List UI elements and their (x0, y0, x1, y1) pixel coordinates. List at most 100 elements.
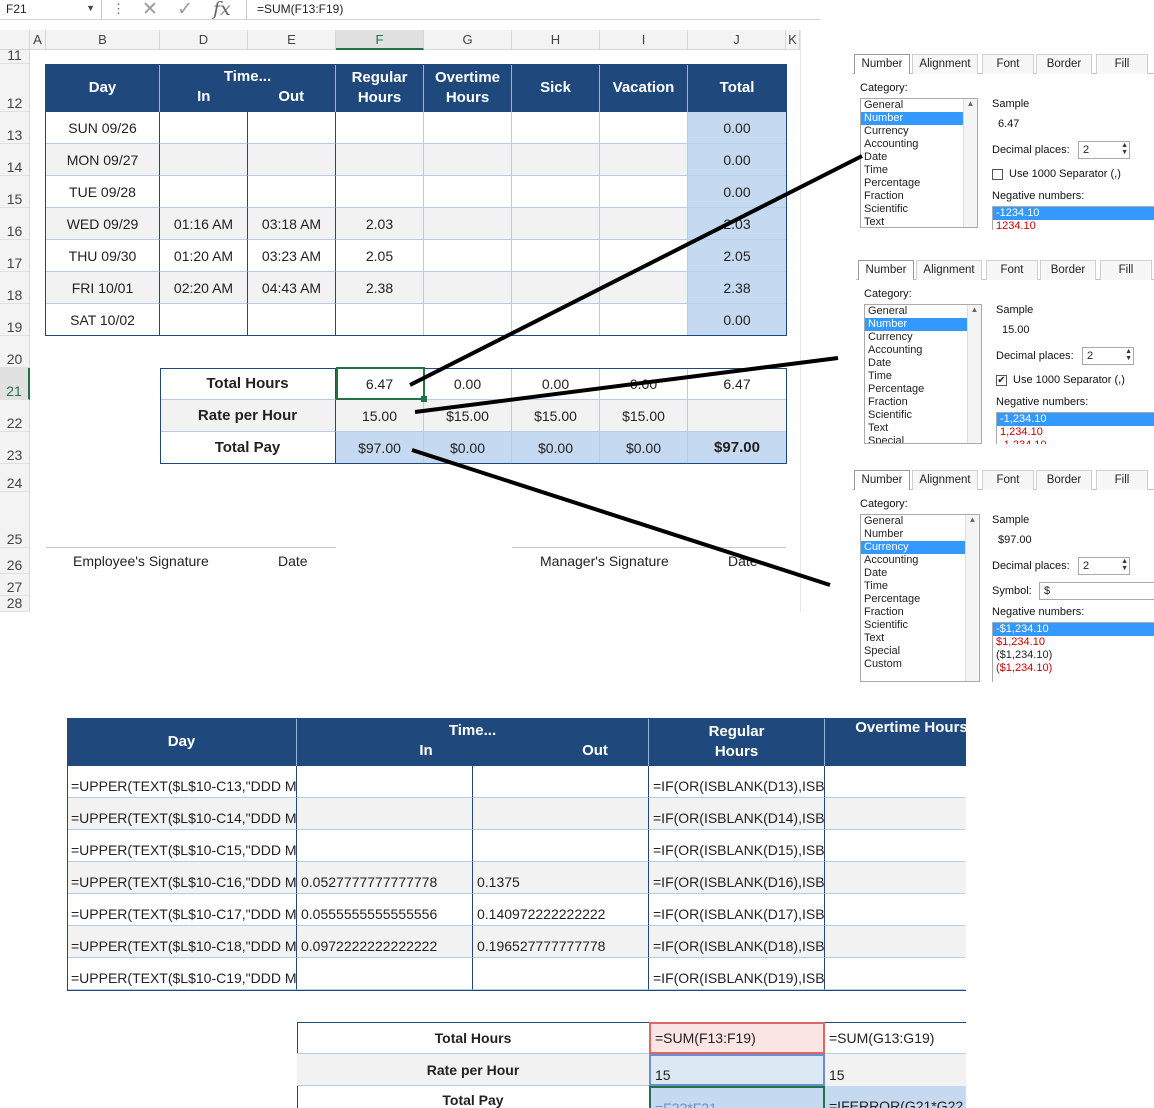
row-header-24[interactable]: 24 (0, 464, 30, 492)
category-item[interactable]: General (861, 515, 979, 528)
row-header-27[interactable]: 27 (0, 574, 30, 596)
header-overtime-hours[interactable]: Overtime Hours (424, 64, 512, 112)
cell-regular[interactable] (336, 176, 424, 208)
cell-sick[interactable] (512, 176, 600, 208)
category-list[interactable]: General Number Currency Accounting Date Time P… (860, 98, 978, 228)
row-header-21[interactable]: 21 (0, 368, 30, 400)
rate-per-hour-value[interactable]: $15.00 (424, 400, 512, 432)
row-header-16[interactable]: 16 (0, 208, 30, 240)
cell-regular[interactable] (336, 144, 424, 176)
fv-cell-day[interactable]: =UPPER(TEXT($L$10-C14,"DDD MM (67, 798, 297, 830)
fv-total-hours-g[interactable]: =SUM(G13:G19) (825, 1022, 966, 1054)
negative-format-item[interactable]: -1,234.10 (997, 439, 1154, 444)
cell-regular[interactable]: 2.03 (336, 208, 424, 240)
fv-cell-regular[interactable]: =IF(OR(ISBLANK(D17),ISBL (649, 894, 825, 926)
category-item[interactable]: Date (865, 357, 981, 370)
row-header-12[interactable]: 12 (0, 64, 30, 112)
fv-rate-g[interactable]: 15 (825, 1054, 966, 1086)
total-hours-value[interactable]: 6.47 (336, 368, 424, 400)
category-item[interactable]: Accounting (865, 344, 981, 357)
rate-per-hour-value[interactable]: 15.00 (336, 400, 424, 432)
tab-number[interactable]: Number (858, 260, 914, 280)
category-item[interactable]: General (865, 305, 981, 318)
fv-cell-day[interactable]: =UPPER(TEXT($L$10-C13,"DDD MM (67, 766, 297, 798)
tab-font[interactable]: Font (982, 54, 1034, 74)
tab-border[interactable]: Border (1040, 260, 1096, 280)
column-header-a[interactable]: A (30, 30, 46, 50)
category-item[interactable]: Number (865, 318, 981, 331)
rate-per-hour-value[interactable]: $15.00 (512, 400, 600, 432)
total-pay-value[interactable]: $0.00 (512, 432, 600, 464)
category-item[interactable]: Scientific (861, 619, 979, 632)
total-hours-value[interactable]: 0.00 (424, 368, 512, 400)
cell-regular[interactable]: 2.05 (336, 240, 424, 272)
fv-cell-day[interactable]: =UPPER(TEXT($L$10-C18,"DDD MM (67, 926, 297, 958)
row-header-14[interactable]: 14 (0, 144, 30, 176)
fv-cell-out[interactable] (473, 830, 649, 862)
scroll-up-icon[interactable]: ▲ (966, 515, 979, 524)
cell-day[interactable]: TUE 09/28 (46, 176, 160, 208)
cell-regular[interactable]: 2.38 (336, 272, 424, 304)
category-item[interactable]: Scientific (865, 409, 981, 422)
cell-sick[interactable] (512, 272, 600, 304)
category-list[interactable]: General Number Currency Accounting Date Time P… (864, 304, 982, 444)
spin-arrows-icon[interactable]: ▲ ▼ (1125, 348, 1132, 362)
row-header-11[interactable]: 11 (0, 47, 30, 64)
fv-cell-day[interactable]: =UPPER(TEXT($L$10-C16,"DDD MM (67, 862, 297, 894)
cell-in[interactable] (160, 304, 248, 336)
tab-alignment[interactable]: Alignment (912, 470, 978, 490)
fv-cell-day[interactable]: =UPPER(TEXT($L$10-C17,"DDD MM (67, 894, 297, 926)
total-pay-value[interactable]: $0.00 (424, 432, 512, 464)
category-item[interactable]: Currency (865, 331, 981, 344)
cell-total[interactable]: 2.03 (688, 208, 786, 240)
decimal-places-input[interactable]: 2 ▲ ▼ (1078, 141, 1130, 159)
category-item[interactable]: Currency (861, 541, 979, 554)
cell-vacation[interactable] (600, 272, 688, 304)
fv-cell-regular[interactable]: =IF(OR(ISBLANK(D19),ISBL (649, 958, 825, 990)
fv-cell-regular[interactable]: =IF(OR(ISBLANK(D15),ISBL (649, 830, 825, 862)
cell-out[interactable] (248, 112, 336, 144)
fv-cell-regular[interactable]: =IF(OR(ISBLANK(D16),ISBL (649, 862, 825, 894)
row-header-17[interactable]: 17 (0, 240, 30, 272)
cell-day[interactable]: SAT 10/02 (46, 304, 160, 336)
category-item[interactable]: Date (861, 567, 979, 580)
category-item[interactable]: Time (861, 164, 977, 177)
fv-cell-out[interactable] (473, 958, 649, 990)
scroll-up-icon[interactable]: ▲ (968, 305, 981, 314)
fv-cell-in[interactable] (297, 798, 473, 830)
category-list[interactable]: General Number Currency Accounting Date Time P… (860, 514, 980, 682)
category-item[interactable]: Number (861, 112, 977, 125)
cell-out[interactable] (248, 144, 336, 176)
fv-cell-regular[interactable]: =IF(OR(ISBLANK(D18),ISBL (649, 926, 825, 958)
cell-total[interactable]: 0.00 (688, 304, 786, 336)
cell-in[interactable]: 01:16 AM (160, 208, 248, 240)
cell-vacation[interactable] (600, 176, 688, 208)
cell-in[interactable] (160, 144, 248, 176)
category-item[interactable]: Number (861, 528, 979, 541)
column-header-j[interactable]: J (688, 30, 786, 50)
cell-vacation[interactable] (600, 208, 688, 240)
spin-arrows-icon[interactable]: ▲ ▼ (1121, 558, 1128, 572)
negative-numbers-list[interactable]: -1234.10 1234.10 (992, 206, 1154, 230)
category-item[interactable]: Fraction (861, 606, 979, 619)
fv-cell-overtime[interactable] (825, 862, 966, 894)
tab-font[interactable]: Font (986, 260, 1038, 280)
row-header-28[interactable]: 28 (0, 595, 30, 612)
cell-vacation[interactable] (600, 112, 688, 144)
cell-overtime[interactable] (424, 304, 512, 336)
cell-overtime[interactable] (424, 144, 512, 176)
fv-cell-in[interactable]: 0.0972222222222222 (297, 926, 473, 958)
tab-number[interactable]: Number (854, 54, 910, 74)
cell-day[interactable]: FRI 10/01 (46, 272, 160, 304)
cell-sick[interactable] (512, 112, 600, 144)
negative-format-item[interactable]: ($1,234.10) (993, 649, 1154, 662)
cell-total[interactable]: 2.05 (688, 240, 786, 272)
cell-overtime[interactable] (424, 208, 512, 240)
check-icon[interactable]: ✓ (177, 0, 193, 21)
fv-cell-day[interactable]: =UPPER(TEXT($L$10-C19,"DDD MM (67, 958, 297, 990)
category-item[interactable]: Percentage (865, 383, 981, 396)
category-item[interactable]: Percentage (861, 177, 977, 190)
fv-rate-f[interactable]: 15 (649, 1054, 825, 1086)
fv-cell-in[interactable] (297, 830, 473, 862)
column-header-k[interactable]: K (786, 30, 800, 50)
